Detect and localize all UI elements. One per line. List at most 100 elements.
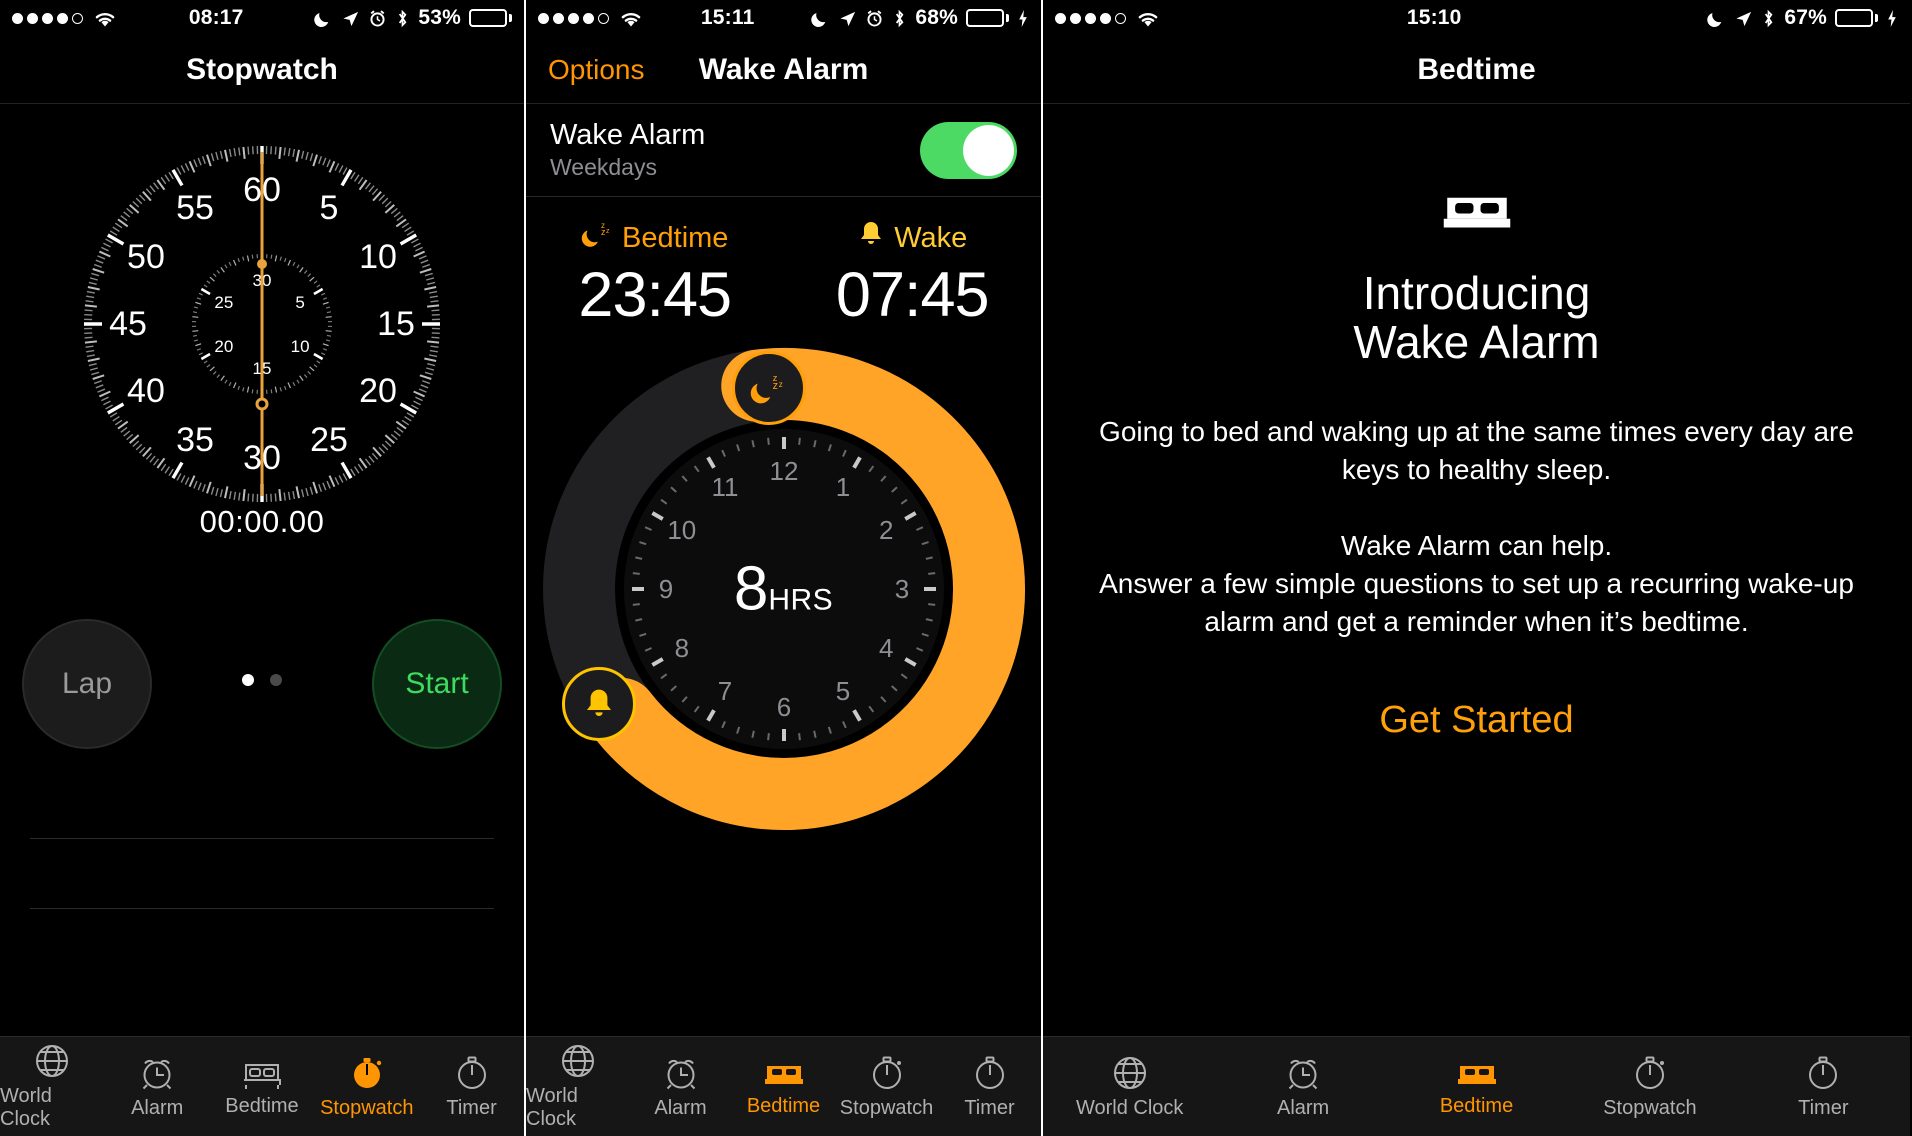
alarm-clock-icon (662, 1054, 700, 1092)
tab-bedtime[interactable]: Bedtime (732, 1056, 835, 1118)
intro-body-paragraph-2: Wake Alarm can help. Answer a few simple… (1099, 529, 1854, 637)
bluetooth-icon (395, 9, 410, 28)
status-right: 53% (314, 6, 512, 30)
tab-alarm[interactable]: Alarm (629, 1054, 732, 1120)
svg-text:z: z (772, 380, 777, 392)
bed-icon (1457, 1056, 1497, 1090)
svg-text:40: 40 (127, 372, 165, 410)
timer-icon (453, 1054, 491, 1092)
tab-label: Bedtime (225, 1094, 299, 1117)
svg-text:8: 8 (674, 633, 688, 663)
svg-text:20: 20 (214, 337, 233, 356)
status-time-wrap: 08:17 (118, 6, 314, 30)
lap-list (30, 769, 494, 909)
alarm-icon (865, 9, 884, 28)
sleep-duration-value: 8 (733, 554, 769, 624)
navbar-stopwatch: Stopwatch (0, 36, 524, 104)
alarm-clock-icon (138, 1054, 176, 1092)
status-time-wrap: 15:10 (1161, 6, 1707, 30)
location-icon (341, 9, 360, 28)
moon-zzz-icon: zzz (750, 373, 782, 404)
svg-text:35: 35 (176, 421, 214, 459)
stopwatch-icon (348, 1054, 386, 1092)
tab-alarm[interactable]: Alarm (1216, 1054, 1389, 1120)
tab-timer[interactable]: Timer (419, 1054, 524, 1120)
moon-icon (1707, 9, 1726, 28)
battery-icon (966, 9, 1009, 27)
svg-text:z: z (606, 228, 610, 235)
wake-label: Wake (894, 221, 968, 254)
status-right: 67% (1707, 6, 1898, 30)
intro-heading: Introducing Wake Alarm (1098, 269, 1855, 367)
page-indicator[interactable] (0, 674, 524, 686)
get-started-button[interactable]: Get Started (1098, 699, 1855, 742)
tab-label: Timer (1798, 1096, 1849, 1119)
tab-stopwatch[interactable]: Stopwatch (835, 1054, 938, 1120)
stopwatch-icon (868, 1054, 906, 1092)
tab-timer[interactable]: Timer (938, 1054, 1041, 1120)
wake-value: 07:45 (835, 260, 990, 330)
tab-label: Stopwatch (1603, 1096, 1697, 1119)
tab-stopwatch[interactable]: Stopwatch (1563, 1054, 1736, 1120)
moon-icon (314, 9, 333, 28)
tab-label: Alarm (1276, 1096, 1330, 1119)
svg-text:11: 11 (711, 472, 738, 502)
tab-stopwatch[interactable]: Stopwatch (314, 1054, 419, 1120)
tab-world-clock[interactable]: World Clock (1043, 1054, 1216, 1120)
tab-bedtime[interactable]: Bedtime (1390, 1056, 1563, 1118)
tab-label: Stopwatch (839, 1096, 934, 1119)
tab-bar-stopwatch[interactable]: World Clock Alarm Bedtime Stopwatch Time… (0, 1036, 524, 1136)
svg-text:5: 5 (320, 189, 339, 227)
tab-label: Bedtime (1439, 1094, 1514, 1117)
tab-alarm[interactable]: Alarm (105, 1054, 210, 1120)
moon-icon (811, 9, 830, 28)
bedtime-summary[interactable]: zzz Bedtime 23:45 (526, 219, 784, 331)
status-time: 15:10 (1406, 6, 1462, 29)
status-time-wrap: 15:11 (644, 6, 811, 30)
battery-icon (1835, 9, 1878, 27)
stopwatch-face-area: 60510152025303540455055 30510152025 00:0… (0, 104, 524, 909)
page-title: Stopwatch (186, 52, 338, 86)
bell-icon (857, 219, 885, 257)
status-bar-wake-alarm: 15:11 68% (526, 0, 1041, 36)
charging-icon (1017, 9, 1029, 28)
page-dot-2[interactable] (270, 674, 282, 686)
globe-icon (1111, 1054, 1149, 1092)
status-time: 08:17 (188, 6, 244, 29)
status-left (12, 9, 118, 28)
tab-world-clock[interactable]: World Clock (526, 1042, 629, 1131)
tab-label: World Clock (1075, 1096, 1184, 1119)
wake-summary[interactable]: Wake 07:45 (784, 219, 1042, 331)
svg-text:50: 50 (127, 238, 165, 276)
tab-timer[interactable]: Timer (1737, 1054, 1910, 1120)
wake-alarm-row[interactable]: Wake Alarm Weekdays (526, 104, 1041, 197)
svg-text:6: 6 (776, 692, 790, 722)
elapsed-time: 00:00.00 (199, 504, 325, 539)
lap-row (30, 839, 494, 909)
bedtime-handle[interactable]: zzz (731, 351, 806, 425)
intro-body-paragraph-1: Going to bed and waking up at the same t… (1099, 415, 1854, 485)
stopwatch-dial: 60510152025303540455055 30510152025 (84, 146, 440, 502)
svg-text:10: 10 (359, 238, 397, 276)
alarm-clock-icon (1284, 1054, 1322, 1092)
panel-wake-alarm: 15:11 68% Options Wake Alarm Wake Alarm (524, 0, 1043, 1136)
tab-world-clock[interactable]: World Clock (0, 1042, 105, 1131)
options-button[interactable]: Options (548, 54, 645, 86)
page-dot-1[interactable] (242, 674, 254, 686)
wake-handle[interactable] (561, 667, 636, 741)
timer-icon (1804, 1054, 1842, 1092)
bell-icon (586, 689, 611, 716)
signal-dots-icon (538, 12, 609, 24)
globe-icon (33, 1042, 71, 1080)
tab-bedtime[interactable]: Bedtime (210, 1056, 315, 1118)
tab-bar-wake-alarm[interactable]: World Clock Alarm Bedtime Stopwatch Time… (526, 1036, 1041, 1136)
signal-dots-icon (1055, 12, 1126, 24)
svg-text:1: 1 (835, 472, 849, 502)
svg-text:12: 12 (769, 456, 798, 486)
wake-alarm-toggle[interactable] (920, 121, 1017, 179)
bedtime-circular-slider[interactable]: 12 1 2 3 4 5 6 7 8 9 10 11 zzz 8HRS (534, 339, 1034, 839)
tab-label: Bedtime (746, 1094, 821, 1117)
svg-text:15: 15 (377, 305, 415, 343)
tab-bar-bedtime[interactable]: World Clock Alarm Bedtime Stopwatch Time… (1043, 1036, 1910, 1136)
sleep-duration: 8HRS (534, 554, 1034, 625)
